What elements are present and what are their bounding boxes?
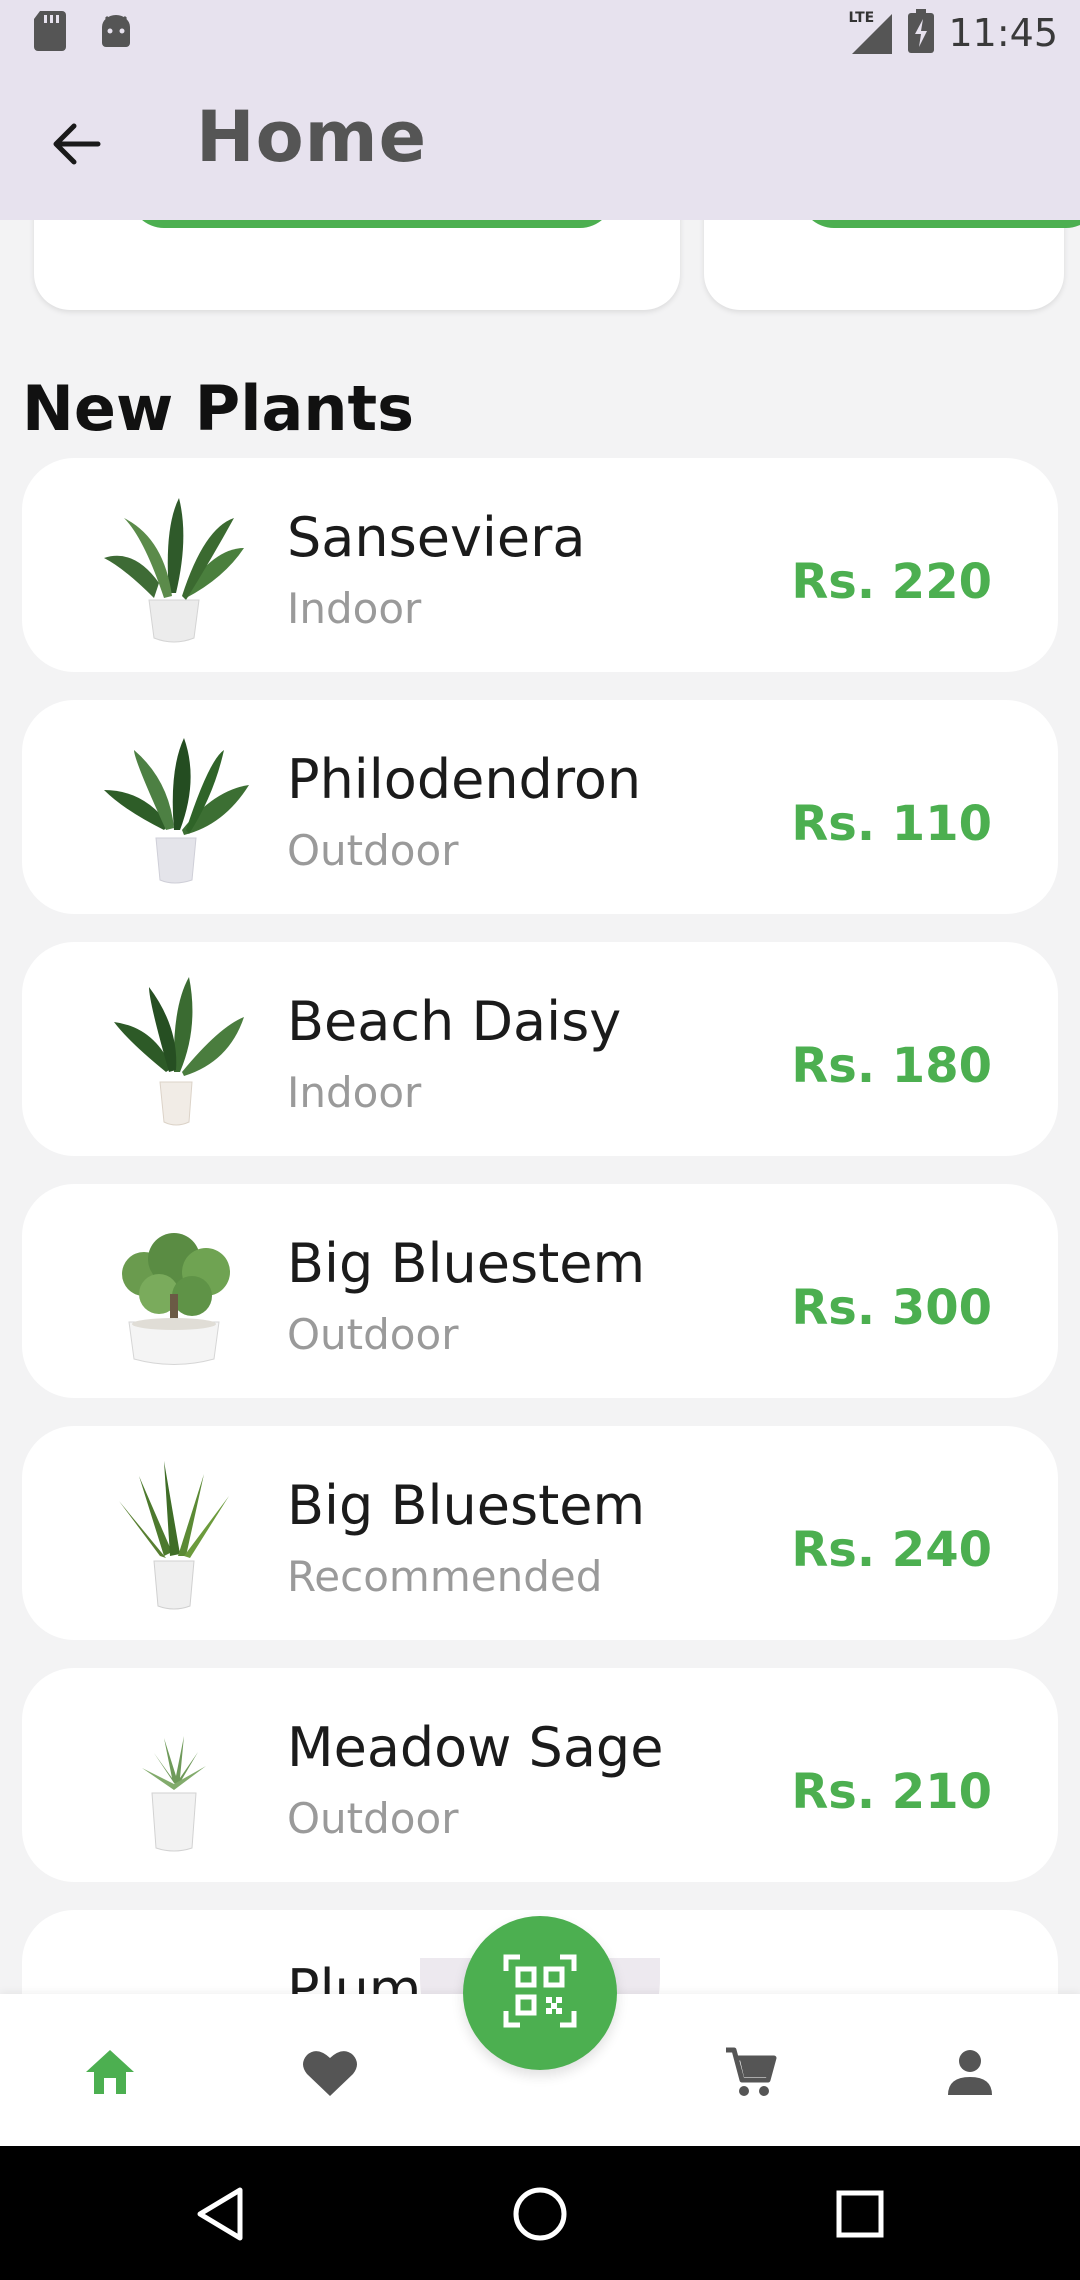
plant-image (94, 972, 254, 1132)
plant-card[interactable]: Big Bluestem Recommended Rs. 240 (22, 1426, 1058, 1640)
plant-image (94, 1698, 254, 1858)
plant-card[interactable]: Beach Daisy Indoor Rs. 180 (22, 942, 1058, 1156)
nav-favorites[interactable] (290, 2034, 370, 2114)
plant-name: Big Bluestem (287, 1474, 646, 1537)
qr-scan-icon (502, 1953, 578, 2033)
featured-card-button[interactable] (130, 220, 614, 228)
plant-image (94, 488, 254, 648)
signal-icon: LTE (848, 10, 894, 56)
network-type-label: LTE (848, 10, 875, 26)
plant-price: Rs. 220 (791, 554, 992, 610)
nav-profile[interactable] (930, 2034, 1010, 2114)
status-time: 11:45 (948, 11, 1058, 55)
plant-name: Sanseviera (287, 506, 586, 569)
plant-category: Outdoor (287, 826, 459, 875)
featured-card-button[interactable] (800, 220, 1080, 228)
system-nav-bar (0, 2146, 1080, 2280)
plant-image (94, 1456, 254, 1616)
plant-category: Outdoor (287, 1310, 459, 1359)
page-title: Home (196, 96, 428, 178)
qr-scan-button[interactable] (463, 1916, 617, 2070)
square-recents-icon (835, 2189, 885, 2243)
plant-card[interactable]: Meadow Sage Outdoor Rs. 210 (22, 1668, 1058, 1882)
plant-category: Indoor (287, 1068, 422, 1117)
favorite-icon (301, 2046, 359, 2102)
battery-charging-icon (908, 9, 935, 57)
cart-icon (722, 2044, 778, 2104)
plant-price: Rs. 300 (791, 1280, 992, 1336)
plant-card[interactable]: Sanseviera Indoor Rs. 220 (22, 458, 1058, 672)
app-bar: Home (0, 66, 1080, 220)
plant-card[interactable]: Philodendron Outdoor Rs. 110 (22, 700, 1058, 914)
section-title: New Plants (22, 372, 415, 445)
profile-icon (945, 2047, 995, 2101)
plant-name: Beach Daisy (287, 990, 622, 1053)
arrow-back-icon (50, 122, 102, 170)
plant-category: Recommended (287, 1552, 603, 1601)
plant-price: Rs. 240 (791, 1522, 992, 1578)
plant-name: Big Bluestem (287, 1232, 646, 1295)
sd-card-icon (32, 11, 68, 55)
plant-image (94, 730, 254, 890)
plant-category: Outdoor (287, 1794, 459, 1843)
screen: LTE 11:45 Home New Plants Sanseviera Ind… (0, 0, 1080, 2280)
circle-home-icon (512, 2186, 568, 2246)
status-bar: LTE 11:45 (0, 0, 1080, 66)
plant-name: Meadow Sage (287, 1716, 664, 1779)
plant-card[interactable]: Big Bluestem Outdoor Rs. 300 (22, 1184, 1058, 1398)
plant-price: Rs. 180 (791, 1038, 992, 1094)
system-home-button[interactable] (500, 2176, 580, 2256)
plant-image (94, 1214, 254, 1374)
system-recents-button[interactable] (820, 2176, 900, 2256)
plant-category: Indoor (287, 584, 422, 633)
featured-carousel[interactable] (0, 220, 1080, 320)
system-back-button[interactable] (180, 2176, 260, 2256)
android-icon (98, 13, 134, 53)
nav-cart[interactable] (710, 2034, 790, 2114)
plant-price: Rs. 110 (791, 796, 992, 852)
plant-name: Philodendron (287, 748, 642, 811)
back-button[interactable] (40, 114, 112, 178)
plant-price: Rs. 210 (791, 1764, 992, 1820)
featured-card[interactable] (34, 220, 680, 310)
nav-home[interactable] (70, 2034, 150, 2114)
home-icon (82, 2046, 138, 2102)
featured-card[interactable] (704, 220, 1080, 310)
triangle-back-icon (194, 2186, 246, 2246)
